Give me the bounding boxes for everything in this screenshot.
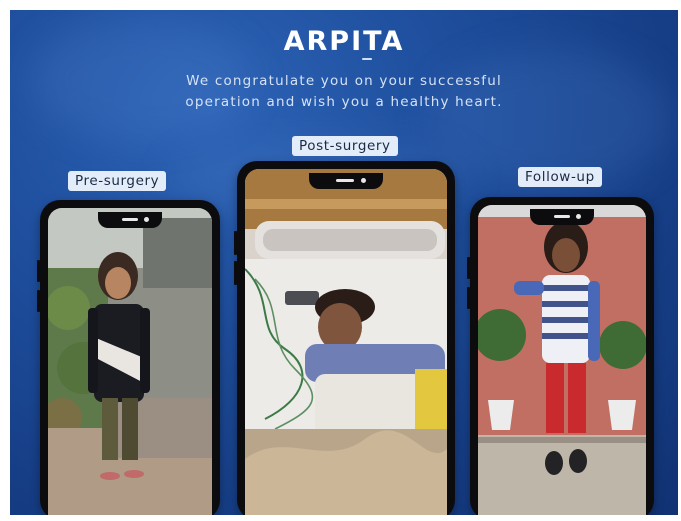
speaker-icon (122, 218, 138, 221)
congratulation-line-1: We congratulate you on your successful (186, 73, 502, 89)
congratulation-line-2: operation and wish you a healthy heart. (185, 94, 503, 110)
pre-surgery-phone (37, 200, 220, 515)
follow-up-phone (467, 197, 654, 515)
camera-icon (144, 217, 149, 222)
girl-in-hospital-bed-image (245, 169, 447, 515)
phone-notch (530, 209, 594, 225)
post-surgery-phone (234, 161, 455, 515)
follow-up-photo (478, 205, 646, 515)
speaker-icon (554, 215, 570, 218)
poster: ARPITA We congratulate you on your succe… (10, 10, 678, 515)
title-underline (362, 58, 372, 60)
pre-surgery-photo (48, 208, 212, 515)
camera-icon (361, 178, 366, 183)
camera-icon (576, 214, 581, 219)
follow-up-label: Follow-up (518, 167, 602, 187)
phone-side-button (37, 290, 40, 312)
phone-side-button (37, 260, 40, 282)
girl-standing-indoors-image (478, 205, 646, 515)
girl-standing-outdoors-image (48, 208, 212, 515)
patient-name-title: ARPITA (283, 26, 405, 57)
speaker-icon (336, 179, 354, 182)
phone-side-button (467, 287, 470, 309)
post-surgery-label: Post-surgery (292, 136, 398, 156)
pre-surgery-label: Pre-surgery (68, 171, 167, 191)
phone-side-button (234, 261, 237, 285)
phone-side-button (234, 231, 237, 255)
post-surgery-photo (245, 169, 447, 515)
phone-notch (309, 173, 383, 189)
phone-notch (98, 212, 162, 228)
phone-side-button (467, 257, 470, 279)
